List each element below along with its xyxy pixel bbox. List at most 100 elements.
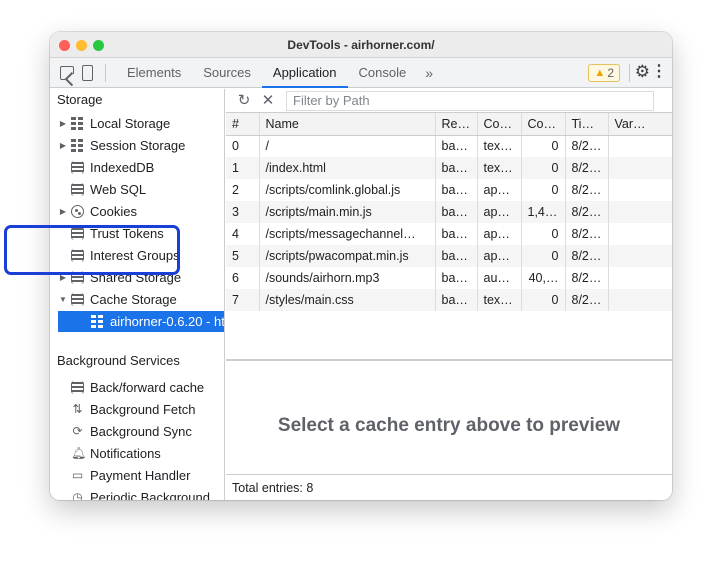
application-sidebar: Storage ▶ Local Storage ▶ Session Storag…	[50, 89, 225, 500]
expand-arrow-icon[interactable]: ▶	[58, 113, 68, 134]
title-bar: DevTools - airhorner.com/	[50, 32, 672, 58]
minimize-button[interactable]	[76, 40, 87, 51]
sidebar-item-local-storage[interactable]: ▶ Local Storage	[58, 113, 170, 134]
table-row[interactable]: 0 / basic tex… 0 8/2…	[226, 135, 672, 157]
sidebar-item-cache-storage[interactable]: ▼ Cache Storage	[58, 289, 177, 310]
table-cell: basic	[435, 179, 478, 201]
sidebar-item-indexeddb[interactable]: IndexedDB	[68, 157, 154, 178]
device-toolbar-icon[interactable]	[82, 64, 93, 81]
table-cell: 8/2…	[565, 267, 609, 289]
tab-console[interactable]: Console	[348, 58, 418, 88]
table-cell: 8/2…	[565, 245, 609, 267]
filter-input[interactable]	[286, 90, 654, 111]
inspect-element-icon[interactable]	[60, 65, 74, 80]
storage-header: Storage	[57, 92, 103, 107]
sidebar-item-interest-groups[interactable]: Interest Groups	[68, 245, 180, 266]
card-icon: ▭	[71, 468, 84, 482]
sidebar-item-background-fetch[interactable]: ⇅ Background Fetch	[68, 399, 196, 420]
collapse-arrow-icon[interactable]: ▼	[58, 289, 68, 310]
settings-gear-icon[interactable]: ⚙	[635, 63, 650, 81]
sidebar-item-back-forward-cache[interactable]: Back/forward cache	[68, 377, 204, 398]
expand-arrow-icon[interactable]: ▶	[58, 201, 68, 222]
total-entries-label: Total entries: 8	[232, 481, 314, 495]
table-cell: 7	[226, 289, 260, 311]
column-header[interactable]: Co…	[477, 113, 522, 136]
tab-application[interactable]: Application	[261, 58, 348, 88]
table-cell: 8/2…	[565, 135, 609, 157]
expand-arrow-icon[interactable]: ▶	[58, 135, 68, 156]
table-cell: au…	[477, 267, 522, 289]
sidebar-item-web-sql[interactable]: Web SQL	[68, 179, 146, 200]
table-cell: 2	[226, 179, 260, 201]
table-cell: /scripts/pwacompat.min.js	[259, 245, 436, 267]
sidebar-item-periodic-background[interactable]: ◷ Periodic Background	[68, 487, 210, 500]
table-cell: 4	[226, 223, 260, 245]
entry-preview-area: Select a cache entry above to preview	[226, 360, 672, 473]
more-tabs-button[interactable]: »	[417, 65, 441, 81]
sidebar-item-background-sync[interactable]: ⟳ Background Sync	[68, 421, 192, 442]
sidebar-item-cookies[interactable]: ▶ Cookies	[58, 201, 137, 222]
table-row[interactable]: 2 /scripts/comlink.global.js basic ap… 0…	[226, 179, 672, 201]
table-row[interactable]: 7 /styles/main.css basic tex… 0 8/2…	[226, 289, 672, 311]
maximize-button[interactable]	[93, 40, 104, 51]
sidebar-item-notifications[interactable]: 🔔︎ Notifications	[68, 443, 161, 464]
delete-icon[interactable]: ✕	[258, 91, 278, 111]
cache-entries-table: # Name Re… Co… Co… Ti… Var… 0 / basic te	[226, 113, 672, 360]
column-header[interactable]: Name	[259, 113, 436, 136]
more-options-icon[interactable]: ⋮	[651, 63, 667, 81]
sidebar-item-session-storage[interactable]: ▶ Session Storage	[58, 135, 185, 156]
sidebar-item-label: Back/forward cache	[90, 380, 205, 395]
warnings-badge[interactable]: ▲ 2	[588, 64, 620, 82]
tab-elements[interactable]: Elements	[116, 58, 192, 88]
column-header[interactable]: Var…	[608, 113, 672, 136]
sidebar-item-payment-handler[interactable]: ▭ Payment Handler	[68, 465, 191, 486]
table-cell: tex…	[477, 135, 522, 157]
bell-icon: 🔔︎	[71, 446, 87, 460]
sidebar-item-label: Cache Storage	[90, 292, 177, 307]
table-cell: 8/2…	[565, 179, 609, 201]
table-cell	[608, 179, 672, 201]
sidebar-item-label: airhorner-0.6.20 - ht	[110, 314, 225, 329]
tab-sources[interactable]: Sources	[192, 58, 262, 88]
toolbar-divider	[629, 64, 630, 82]
devtools-toolbar: Elements Sources Application Console » ▲…	[50, 58, 672, 88]
table-cell	[608, 245, 672, 267]
clock-icon: ◷	[72, 490, 83, 500]
table-cell: basic	[435, 201, 478, 223]
table-row[interactable]: 1 /index.html basic tex… 0 8/2…	[226, 157, 672, 179]
table-cell	[608, 267, 672, 289]
table-cell: 0	[521, 135, 566, 157]
sidebar-item-label: Background Sync	[90, 424, 192, 439]
table-row[interactable]: 3 /scripts/main.min.js basic ap… 1,460 8…	[226, 201, 672, 223]
sidebar-item-label: Background Fetch	[90, 402, 196, 417]
grid-icon	[91, 315, 104, 328]
sidebar-item-label: Periodic Background	[90, 490, 210, 500]
table-cell: ap…	[477, 179, 522, 201]
column-header[interactable]: Co…	[521, 113, 566, 136]
column-header[interactable]: #	[226, 113, 260, 136]
column-header[interactable]: Ti…	[565, 113, 609, 136]
sidebar-item-trust-tokens[interactable]: Trust Tokens	[68, 223, 164, 244]
table-row[interactable]: 5 /scripts/pwacompat.min.js basic ap… 0 …	[226, 245, 672, 267]
sidebar-item-shared-storage[interactable]: ▶ Shared Storage	[58, 267, 181, 288]
table-cell: ap…	[477, 223, 522, 245]
table-header-row: # Name Re… Co… Co… Ti… Var…	[226, 113, 672, 136]
database-icon	[71, 249, 84, 262]
close-button[interactable]	[59, 40, 70, 51]
window-title: DevTools - airhorner.com/	[287, 37, 435, 52]
database-icon	[71, 293, 84, 306]
table-cell: basic	[435, 135, 478, 157]
expand-arrow-icon[interactable]: ▶	[58, 267, 68, 288]
refresh-icon[interactable]: ↻	[234, 91, 254, 111]
table-row[interactable]: 4 /scripts/messagechannel… basic ap… 0 8…	[226, 223, 672, 245]
table-cell: /scripts/main.min.js	[259, 201, 436, 223]
column-header[interactable]: Re…	[435, 113, 478, 136]
table-cell: ap…	[477, 245, 522, 267]
sidebar-item-airhorner-cache[interactable]: airhorner-0.6.20 - ht	[58, 311, 225, 332]
table-cell: 0	[521, 179, 566, 201]
table-cell: 8/2…	[565, 201, 609, 223]
table-row[interactable]: 6 /sounds/airhorn.mp3 basic au… 40,… 8/2…	[226, 267, 672, 289]
table-cell: ap…	[477, 201, 522, 223]
table-cell	[608, 135, 672, 157]
sidebar-item-label: Session Storage	[90, 138, 186, 153]
